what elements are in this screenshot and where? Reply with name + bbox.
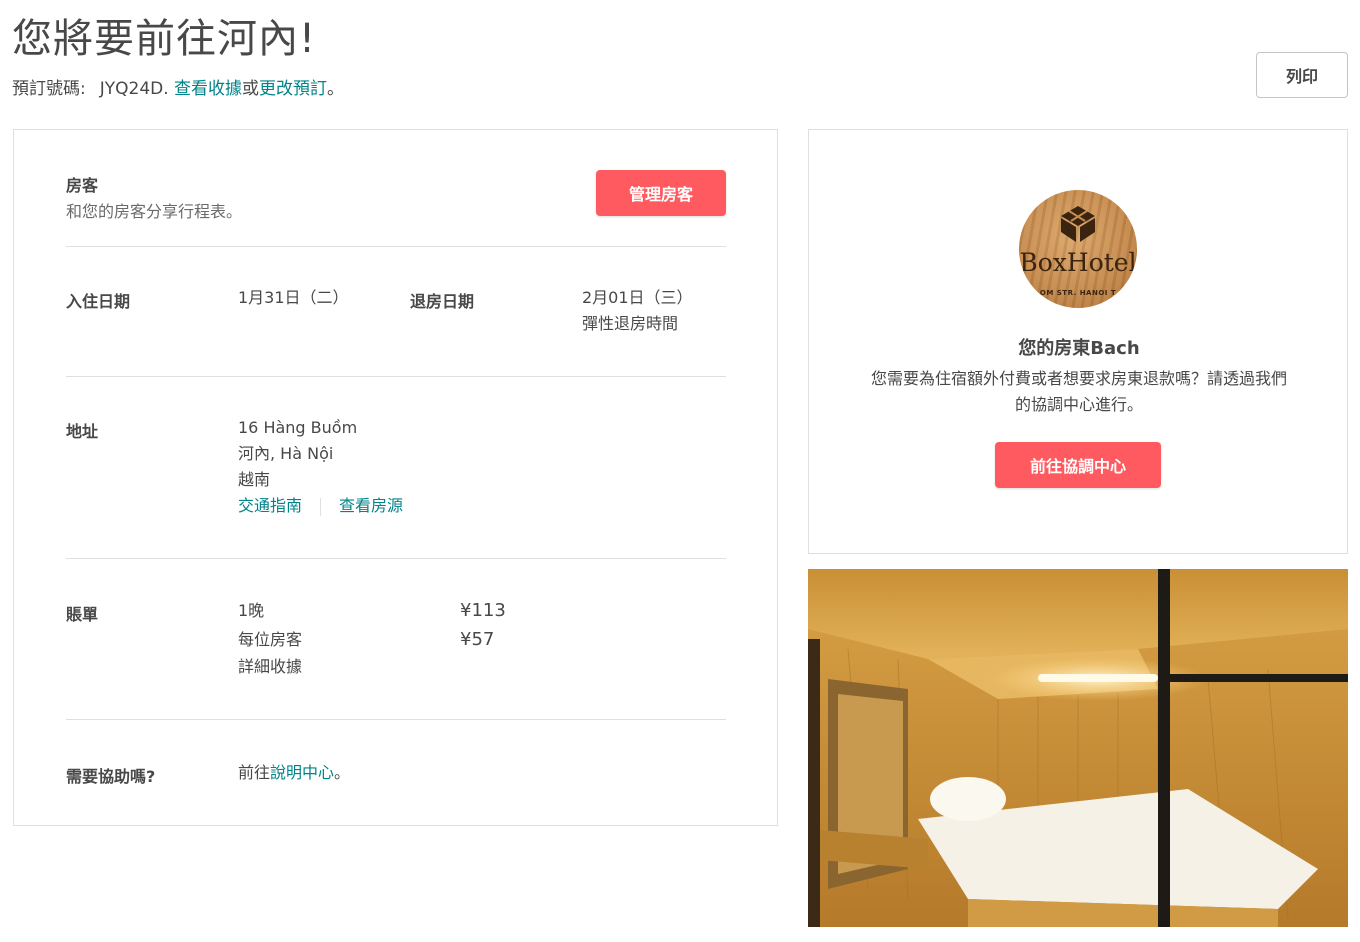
host-name: 您的房東Bach xyxy=(1018,338,1140,359)
detailed-receipt-link[interactable]: 詳細收據 xyxy=(238,654,302,680)
guests-subtitle: 和您的房客分享行程表。 xyxy=(66,202,243,221)
avatar-brand-subtext: OM STR. HANOI T xyxy=(1039,289,1117,297)
divider xyxy=(66,246,726,247)
or-text: 或 xyxy=(242,79,260,99)
help-suffix: 。 xyxy=(334,763,351,782)
checkin-label: 入住日期 xyxy=(66,292,131,311)
checkin-value: 1月31日（二） xyxy=(238,288,349,307)
guests-title: 房客 xyxy=(66,176,99,195)
view-listing-link[interactable]: 查看房源 xyxy=(339,496,403,515)
address-links: 交通指南 查看房源 xyxy=(238,493,403,519)
checkout-note: 彈性退房時間 xyxy=(582,314,679,333)
confirmation-label: 預訂號碼: xyxy=(12,79,86,99)
confirmation-line: 預訂號碼: JYQ24D. 查看收據或更改預訂。 xyxy=(12,74,344,99)
host-description: 您需要為住宿額外付費或者想要求房東退款嗎？請透過我們的協調中心進行。 xyxy=(870,369,1287,414)
divider xyxy=(66,558,726,559)
link-separator xyxy=(320,497,322,516)
help-prefix: 前往 xyxy=(238,763,271,782)
directions-link[interactable]: 交通指南 xyxy=(238,496,302,515)
help-label: 需要協助嗎? xyxy=(66,767,156,786)
help-line: 前往說明中心。 xyxy=(238,760,350,786)
print-button[interactable]: 列印 xyxy=(1256,52,1348,98)
address-line1: 16 Hàng Buồm xyxy=(238,418,358,437)
manage-guests-button[interactable]: 管理房客 xyxy=(596,170,726,216)
box-logo-icon xyxy=(1061,206,1095,242)
page-title: 您將要前往河內! xyxy=(12,16,317,62)
avatar-brand-text: BoxHotel xyxy=(1019,248,1137,277)
confirmation-code: JYQ24D. xyxy=(99,79,169,99)
host-card: BoxHotel OM STR. HANOI T 您的房東Bach 您需要為住宿… xyxy=(808,129,1348,554)
address-line3: 越南 xyxy=(238,470,271,489)
room-photo-illustration xyxy=(808,569,1348,927)
billing-label: 賬單 xyxy=(66,605,99,624)
view-receipt-link[interactable]: 查看收據 xyxy=(174,79,242,99)
address-line2: 河內, Hà Nội xyxy=(238,444,334,463)
checkout-label: 退房日期 xyxy=(410,292,475,311)
billing-item: 每位房客 xyxy=(238,630,303,649)
room-photo xyxy=(808,569,1348,927)
checkout-value: 2月01日（三） xyxy=(582,288,693,307)
change-reservation-link[interactable]: 更改預訂 xyxy=(259,79,327,99)
billing-amount: ¥57 xyxy=(460,629,495,650)
billing-amount: ¥113 xyxy=(460,600,506,621)
reservation-details-card: 房客 和您的房客分享行程表。 管理房客 入住日期 1月31日（二） 退房日期 2… xyxy=(13,129,778,826)
itinerary-page: 您將要前往河內! 預訂號碼: JYQ24D. 查看收據或更改預訂。 列印 房客 和… xyxy=(0,0,1360,942)
help-center-link[interactable]: 說明中心 xyxy=(270,763,334,782)
billing-item: 1晚 xyxy=(238,601,265,620)
host-avatar[interactable]: BoxHotel OM STR. HANOI T xyxy=(1019,190,1137,308)
divider xyxy=(66,376,726,377)
resolution-center-button[interactable]: 前往協調中心 xyxy=(995,442,1161,488)
address-label: 地址 xyxy=(66,422,99,441)
period-text: 。 xyxy=(327,79,345,99)
divider xyxy=(66,719,726,720)
